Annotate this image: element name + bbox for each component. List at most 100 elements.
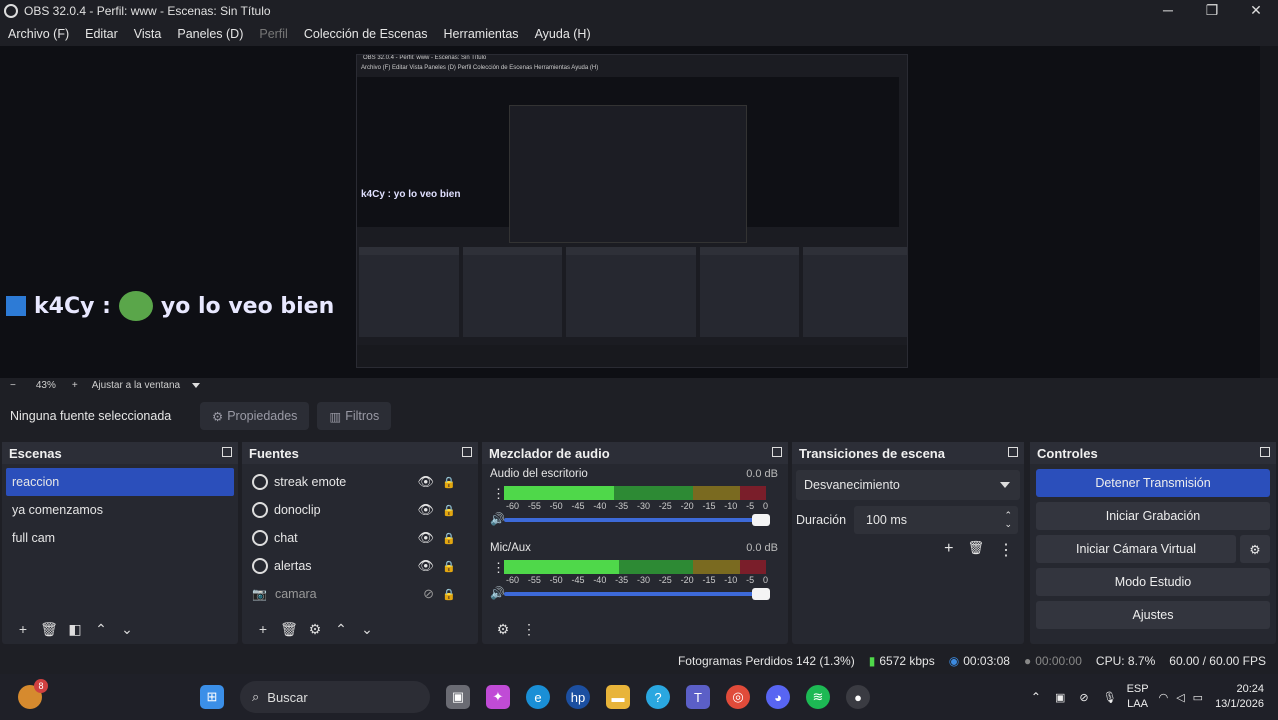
tray-app-icon[interactable]: ▣ [1055, 691, 1065, 704]
studio-mode-button[interactable]: Modo Estudio [1036, 568, 1270, 596]
chevron-down-icon[interactable]: ⌄ [114, 621, 140, 638]
sources-dock: Fuentes streak emote 👁 🔒 donoclip 👁 🔒 ch… [242, 442, 478, 644]
stop-stream-button[interactable]: Detener Transmisión [1036, 469, 1270, 497]
language-indicator[interactable]: ESP LAA [1127, 682, 1149, 712]
menu-ayuda[interactable]: Ayuda (H) [527, 27, 599, 41]
status-bar: Fotogramas Perdidos 142 (1.3%) ▮ 6572 kbp… [0, 650, 1278, 672]
chevron-up-icon[interactable]: ⌃ [328, 621, 354, 638]
undock-icon[interactable] [222, 447, 232, 457]
menu-herramientas[interactable]: Herramientas [436, 27, 527, 41]
menu-perfil[interactable]: Perfil [251, 27, 295, 41]
speaker-icon[interactable]: 🔊 [490, 586, 505, 600]
zoom-level: 43% [35, 379, 56, 391]
eye-icon[interactable]: 👁 [417, 530, 434, 546]
microphone-icon[interactable]: 🎙 [1103, 691, 1117, 704]
undock-icon[interactable] [772, 447, 782, 457]
source-item-chat[interactable]: chat 👁 🔒 [242, 524, 478, 552]
undock-icon[interactable] [1260, 447, 1270, 457]
lock-icon[interactable]: 🔒 [442, 560, 456, 573]
menu-editar[interactable]: Editar [77, 27, 126, 41]
trash-icon[interactable]: 🗑 [36, 621, 62, 638]
source-item-camara[interactable]: 📷 camara ⊘ 🔒 [242, 580, 478, 608]
source-item-alertas[interactable]: alertas 👁 🔒 [242, 552, 478, 580]
preview-canvas[interactable]: k4Cy : yo lo veo bien OBS 32.0.4 - Perfi… [0, 46, 1278, 378]
speaker-icon[interactable]: 🔊 [490, 512, 505, 526]
undock-icon[interactable] [462, 447, 472, 457]
settings-button[interactable]: Ajustes [1036, 601, 1270, 629]
controls-dock: Controles Detener Transmisión Iniciar Gr… [1030, 442, 1276, 644]
eye-icon[interactable]: 👁 [417, 474, 434, 490]
volume-slider[interactable] [504, 514, 770, 526]
discord-icon[interactable]: ◕ [766, 685, 790, 709]
lock-icon[interactable]: 🔒 [442, 476, 456, 489]
obs-taskbar-icon[interactable]: ● [846, 685, 870, 709]
maximize-button[interactable]: ❐ [1190, 0, 1234, 22]
lock-icon[interactable]: 🔒 [442, 588, 456, 601]
zoom-in-button[interactable]: + [72, 380, 78, 391]
app-icon[interactable]: ? [646, 685, 670, 709]
source-item-donoclip[interactable]: donoclip 👁 🔒 [242, 496, 478, 524]
task-view-icon[interactable]: ▣ [446, 685, 470, 709]
eye-hidden-icon[interactable]: ⊘ [423, 586, 434, 602]
scene-item-full-cam[interactable]: full cam [6, 524, 234, 552]
copilot-icon[interactable]: ✦ [486, 685, 510, 709]
battery-icon[interactable]: ▭ [1193, 691, 1203, 704]
spotify-icon[interactable]: ≋ [806, 685, 830, 709]
trash-icon[interactable]: 🗑 [967, 540, 984, 560]
chevron-up-icon[interactable]: ⌃ [88, 621, 114, 638]
volume-slider-handle[interactable] [752, 588, 770, 600]
filters-button[interactable]: ▥ Filtros [317, 402, 392, 430]
speaker-icon[interactable]: ◁ [1176, 691, 1184, 704]
file-explorer-icon[interactable]: ▬ [606, 685, 630, 709]
minimize-button[interactable]: ─ [1146, 0, 1190, 22]
kebab-menu-icon[interactable]: ⋮ [516, 621, 542, 638]
chevron-up-icon[interactable]: ⌃ [1031, 690, 1041, 704]
taskbar-search[interactable]: ⌕ Buscar [240, 681, 430, 713]
menu-paneles[interactable]: Paneles (D) [169, 27, 251, 41]
menu-coleccion[interactable]: Colección de Escenas [296, 27, 436, 41]
weather-app-icon[interactable]: 8 [18, 679, 48, 709]
scene-item-ya-comenzamos[interactable]: ya comenzamos [6, 496, 234, 524]
scene-item-reaccion[interactable]: reaccion [6, 468, 234, 496]
gear-icon[interactable]: ⚙ [1240, 535, 1270, 563]
advanced-audio-icon[interactable]: ⚙ [490, 621, 516, 638]
start-virtualcam-button[interactable]: Iniciar Cámara Virtual [1036, 535, 1236, 563]
kebab-menu-icon[interactable]: ⋮ [998, 540, 1014, 560]
tray-app-icon[interactable]: ⊘ [1079, 691, 1088, 704]
undock-icon[interactable] [1008, 447, 1018, 457]
add-icon[interactable]: + [250, 621, 276, 637]
zoom-out-button[interactable]: − [10, 380, 16, 391]
menu-vista[interactable]: Vista [126, 27, 170, 41]
eye-icon[interactable]: 👁 [417, 558, 434, 574]
nested-menu: Archivo (F) Editar Vista Paneles (D) Per… [361, 65, 599, 71]
wifi-icon[interactable]: ◠ [1159, 691, 1169, 704]
chevron-down-icon[interactable] [192, 382, 201, 388]
clock[interactable]: 20:24 13/1/2026 [1215, 682, 1264, 712]
volume-slider-handle[interactable] [752, 514, 770, 526]
chrome-icon[interactable]: ◎ [726, 685, 750, 709]
trash-icon[interactable]: 🗑 [276, 621, 302, 638]
filter-icon[interactable]: ◧ [62, 621, 88, 638]
close-button[interactable]: ✕ [1234, 0, 1278, 22]
source-item-streak-emote[interactable]: streak emote 👁 🔒 [242, 468, 478, 496]
lock-icon[interactable]: 🔒 [442, 532, 456, 545]
gear-icon[interactable]: ⚙ [302, 621, 328, 638]
volume-slider[interactable] [504, 588, 770, 600]
lock-icon[interactable]: 🔒 [442, 504, 456, 517]
windows-start-icon[interactable]: ⊞ [200, 685, 224, 709]
zoom-fit-label[interactable]: Ajustar a la ventana [92, 380, 180, 391]
add-icon[interactable]: + [944, 540, 953, 560]
spin-arrows-icon[interactable]: ⌃ ⌄ [1004, 511, 1012, 529]
eye-icon[interactable]: 👁 [417, 502, 434, 518]
properties-button[interactable]: ⚙ Propiedades [200, 402, 310, 430]
hp-icon[interactable]: hp [566, 685, 590, 709]
chevron-down-icon[interactable]: ⌄ [354, 621, 380, 638]
duration-spinbox[interactable]: 100 ms ⌃ ⌄ [854, 506, 1018, 534]
transition-select[interactable]: Desvanecimiento [796, 470, 1020, 500]
edge-icon[interactable]: e [526, 685, 550, 709]
menu-archivo[interactable]: Archivo (F) [0, 27, 77, 41]
teams-icon[interactable]: T [686, 685, 710, 709]
start-recording-button[interactable]: Iniciar Grabación [1036, 502, 1270, 530]
preview-scrollbar[interactable] [1260, 46, 1278, 378]
add-icon[interactable]: + [10, 621, 36, 637]
